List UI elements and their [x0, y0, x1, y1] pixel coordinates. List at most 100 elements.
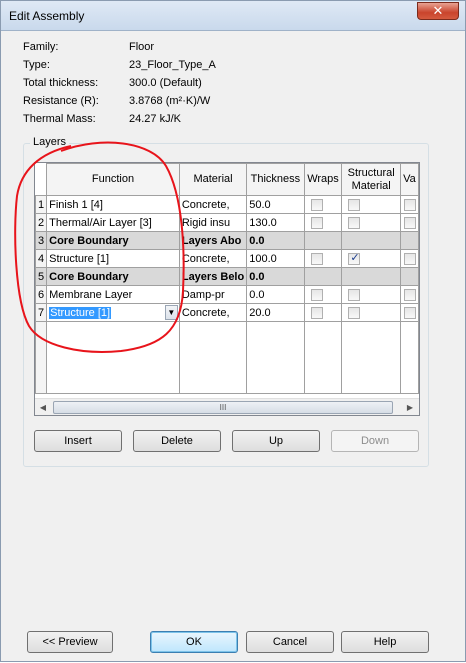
row-number[interactable]: 5 [35, 267, 48, 286]
variable-checkbox[interactable] [403, 198, 416, 211]
thickness-cell[interactable]: 0.0 [246, 285, 305, 304]
structural-cell [341, 231, 401, 250]
variable-cell [399, 303, 419, 322]
up-button[interactable]: Up [232, 430, 320, 452]
down-button[interactable]: Down [331, 430, 419, 452]
structural-cell [341, 267, 401, 286]
structural-checkbox[interactable] [348, 198, 361, 211]
scroll-right-icon[interactable]: ▶ [403, 401, 417, 414]
variable-checkbox[interactable] [403, 216, 416, 229]
variable-checkbox[interactable] [403, 306, 416, 319]
prop-value: Floor [129, 41, 155, 53]
table-row[interactable]: 4 Structure [1] Concrete, 100.0 [35, 249, 419, 268]
table-row[interactable]: 6 Membrane Layer Damp-pr 0.0 [35, 285, 419, 304]
function-cell-editing[interactable]: Structure [1] ▼ [46, 303, 180, 322]
function-cell[interactable]: Core Boundary [46, 267, 180, 286]
variable-cell [399, 285, 419, 304]
scroll-left-icon[interactable]: ◀ [36, 401, 50, 414]
material-cell[interactable]: Layers Belo [178, 267, 248, 286]
variable-checkbox[interactable] [403, 288, 416, 301]
row-number[interactable]: 4 [35, 249, 48, 268]
row-number[interactable]: 6 [35, 285, 48, 304]
variable-cell [399, 249, 419, 268]
prop-label: Total thickness: [23, 77, 99, 89]
column-header-variable[interactable]: Va [399, 163, 419, 196]
layers-grid[interactable]: Function Material Thickness Wraps Struct… [34, 162, 420, 416]
empty-cell [46, 321, 180, 394]
row-number[interactable]: 7 [35, 303, 48, 322]
delete-button[interactable]: Delete [133, 430, 221, 452]
wraps-cell [303, 195, 343, 214]
variable-cell [399, 195, 419, 214]
table-row[interactable]: 1 Finish 1 [4] Concrete, 50.0 [35, 195, 419, 214]
wraps-cell [303, 285, 343, 304]
empty-cell [246, 321, 305, 394]
structural-checkbox[interactable] [348, 288, 361, 301]
table-row[interactable]: 5 Core Boundary Layers Belo 0.0 [35, 267, 419, 286]
thickness-cell[interactable]: 20.0 [246, 303, 305, 322]
wraps-checkbox[interactable] [310, 198, 323, 211]
edit-assembly-dialog: Edit Assembly ✕ Family: Floor Type: 23_F… [0, 0, 466, 662]
thickness-cell[interactable]: 100.0 [246, 249, 305, 268]
column-header-material[interactable]: Material [178, 163, 248, 196]
empty-cell [399, 321, 419, 394]
wraps-cell [303, 267, 343, 286]
structural-checkbox[interactable] [348, 216, 361, 229]
wraps-cell [303, 249, 343, 268]
material-cell[interactable]: Damp-pr [178, 285, 248, 304]
thickness-cell[interactable]: 0.0 [246, 231, 305, 250]
row-number[interactable]: 2 [35, 213, 48, 232]
chevron-down-icon[interactable]: ▼ [164, 305, 178, 320]
wraps-cell [303, 231, 343, 250]
ok-button[interactable]: OK [150, 631, 238, 653]
column-header-thickness[interactable]: Thickness [246, 163, 305, 196]
preview-button[interactable]: << Preview [27, 631, 113, 653]
column-header-function[interactable]: Function [46, 163, 180, 196]
variable-checkbox[interactable] [403, 252, 416, 265]
wraps-cell [303, 213, 343, 232]
wraps-checkbox[interactable] [310, 216, 323, 229]
table-row[interactable]: 3 Core Boundary Layers Abo 0.0 [35, 231, 419, 250]
prop-label: Type: [23, 59, 50, 71]
row-header-corner [35, 163, 48, 196]
empty-cell [341, 321, 401, 394]
material-cell[interactable]: Concrete, [178, 195, 248, 214]
structural-checkbox-checked[interactable] [348, 251, 361, 265]
close-icon: ✕ [432, 3, 444, 18]
function-cell[interactable]: Core Boundary [46, 231, 180, 250]
thickness-cell[interactable]: 0.0 [246, 267, 305, 286]
material-cell[interactable]: Rigid insu [178, 213, 248, 232]
function-cell[interactable]: Thermal/Air Layer [3] [46, 213, 180, 232]
wraps-checkbox[interactable] [310, 306, 323, 319]
structural-checkbox[interactable] [348, 306, 361, 319]
table-row-selected[interactable]: 7 Structure [1] ▼ Concrete, 20.0 [35, 303, 419, 322]
variable-cell [399, 267, 419, 286]
help-button[interactable]: Help [341, 631, 429, 653]
column-header-wraps[interactable]: Wraps [303, 163, 343, 196]
function-dropdown-value[interactable]: Structure [1] [49, 306, 112, 319]
prop-value: 23_Floor_Type_A [129, 59, 216, 71]
column-header-structural-material[interactable]: Structural Material [341, 163, 401, 196]
prop-label: Thermal Mass: [23, 113, 96, 125]
material-cell[interactable]: Concrete, [178, 249, 248, 268]
function-cell[interactable]: Structure [1] [46, 249, 180, 268]
material-cell[interactable]: Layers Abo [178, 231, 248, 250]
close-button[interactable]: ✕ [417, 2, 459, 20]
horizontal-scrollbar[interactable]: ◀ III ▶ [35, 398, 419, 415]
row-number[interactable]: 3 [35, 231, 48, 250]
function-cell[interactable]: Finish 1 [4] [46, 195, 180, 214]
structural-cell [341, 303, 401, 322]
wraps-checkbox[interactable] [310, 288, 323, 301]
function-cell[interactable]: Membrane Layer [46, 285, 180, 304]
material-cell[interactable]: Concrete, [178, 303, 248, 322]
row-number[interactable]: 1 [35, 195, 48, 214]
cancel-button[interactable]: Cancel [246, 631, 334, 653]
wraps-checkbox[interactable] [310, 252, 323, 265]
prop-label: Resistance (R): [23, 95, 99, 107]
table-row[interactable]: 2 Thermal/Air Layer [3] Rigid insu 130.0 [35, 213, 419, 232]
scrollbar-thumb[interactable]: III [53, 401, 393, 414]
thickness-cell[interactable]: 130.0 [246, 213, 305, 232]
layers-legend: Layers [30, 136, 70, 148]
thickness-cell[interactable]: 50.0 [246, 195, 305, 214]
insert-button[interactable]: Insert [34, 430, 122, 452]
